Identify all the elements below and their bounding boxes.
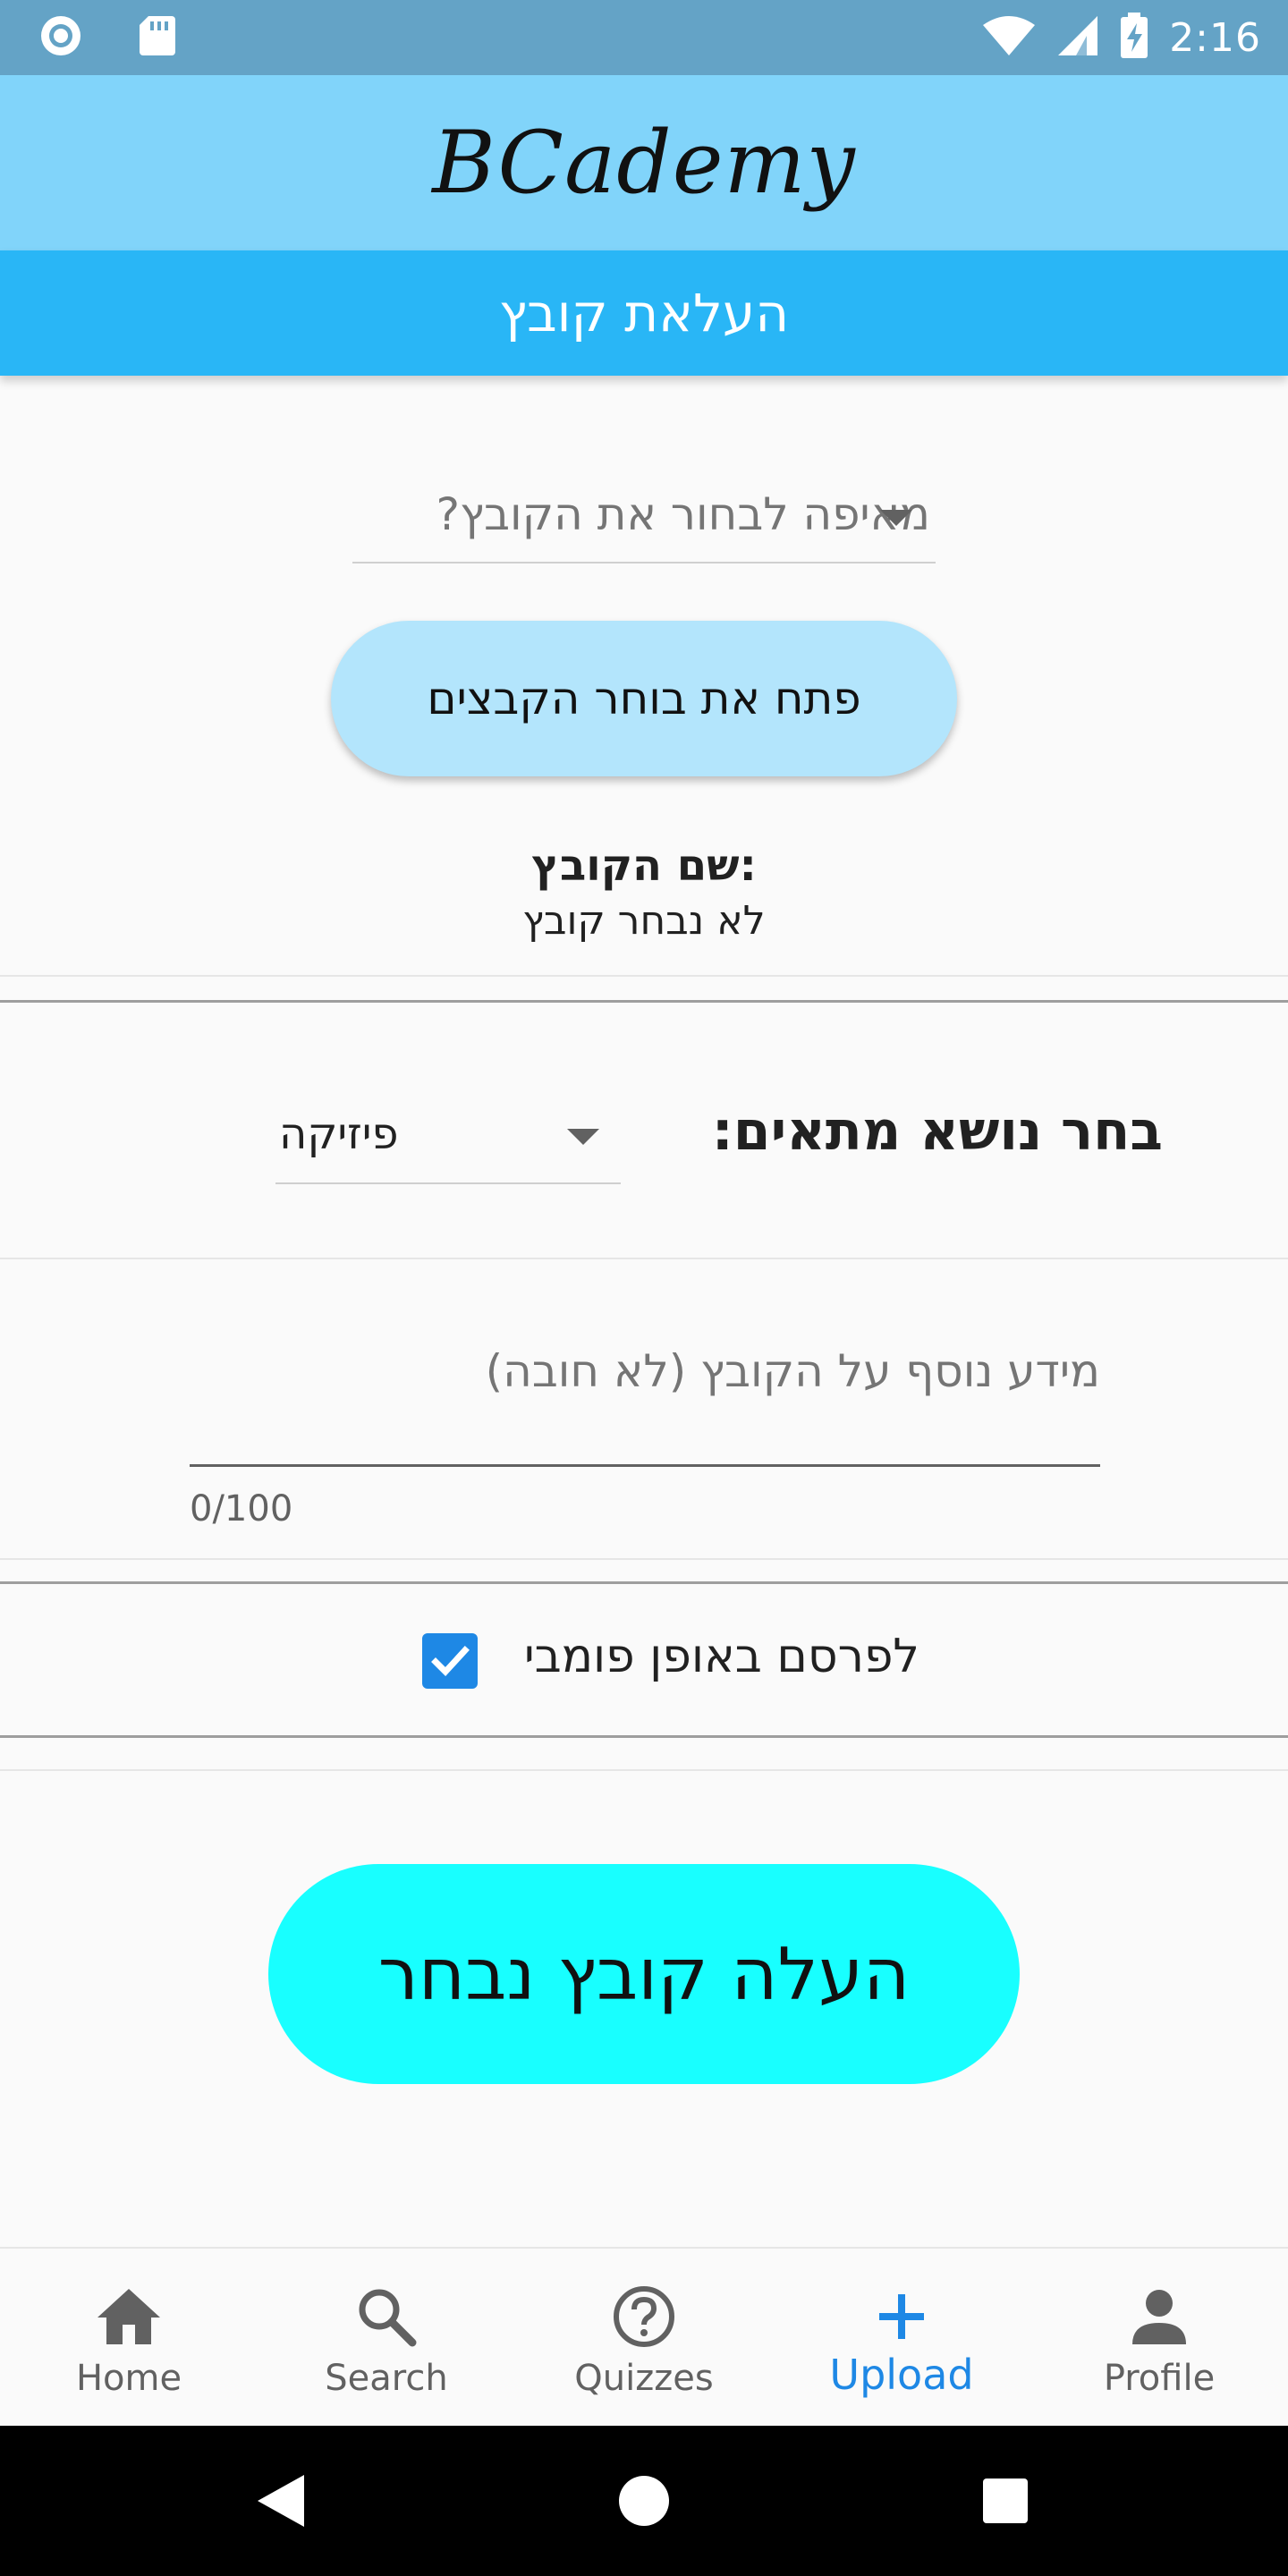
- check-icon: [431, 1646, 470, 1677]
- upload-selected-file-button[interactable]: העלה קובץ נבחר: [268, 1864, 1020, 2084]
- publish-public-checkbox[interactable]: [422, 1633, 478, 1689]
- sd-card-icon: [138, 14, 177, 61]
- home-circle-icon[interactable]: [555, 2426, 733, 2576]
- nav-item-upload[interactable]: Upload: [773, 2249, 1030, 2426]
- help-circle-icon: [608, 2281, 680, 2352]
- nav-item-quizzes[interactable]: Quizzes: [515, 2249, 773, 2426]
- publish-public-row[interactable]: לפרסם באופן פומבי: [0, 1585, 1288, 1737]
- file-name-label: שם הקובץ:: [531, 841, 757, 891]
- file-name-value: לא נבחר קובץ: [522, 898, 766, 944]
- nav-label-home: Home: [75, 2358, 182, 2399]
- page-title: העלאת קובץ: [498, 283, 790, 343]
- divider: [0, 1581, 1288, 1584]
- publish-public-label: לפרסם באופן פומבי: [524, 1630, 919, 1683]
- divider: [0, 1735, 1288, 1738]
- divider: [0, 975, 1288, 977]
- app-bar: BCademy: [0, 75, 1288, 250]
- wifi-icon: [981, 14, 1037, 61]
- description-char-counter: 0/100: [190, 1488, 293, 1530]
- back-icon[interactable]: [191, 2426, 370, 2576]
- nav-label-search: Search: [325, 2358, 448, 2399]
- circle-status-icon: [38, 13, 84, 63]
- status-clock: 2:16: [1169, 14, 1261, 61]
- nav-label-profile: Profile: [1103, 2358, 1216, 2399]
- signal-icon: [1056, 14, 1099, 61]
- bottom-navigation: Home Search Quizzes Upload Profile: [0, 2247, 1288, 2426]
- status-bar: 2:16: [0, 0, 1288, 75]
- nav-item-home[interactable]: Home: [0, 2249, 258, 2426]
- nav-label-upload: Upload: [829, 2351, 974, 2399]
- page-header: העלאת קובץ: [0, 250, 1288, 376]
- divider: [0, 1558, 1288, 1560]
- divider: [0, 1258, 1288, 1259]
- subject-label: בחר נושא מתאים:: [711, 1100, 1163, 1163]
- file-source-placeholder: מאיפה לבחור את הקובץ?: [436, 488, 930, 540]
- person-icon: [1123, 2281, 1195, 2352]
- file-source-dropdown[interactable]: מאיפה לבחור את הקובץ?: [352, 467, 936, 564]
- nav-item-profile[interactable]: Profile: [1030, 2249, 1288, 2426]
- subject-dropdown[interactable]: פיזיקה: [275, 1089, 621, 1184]
- nav-label-quizzes: Quizzes: [574, 2358, 714, 2399]
- app-title: BCademy: [432, 113, 856, 213]
- description-placeholder: מידע נוסף על הקובץ (לא חובה): [485, 1345, 1100, 1397]
- dropdown-arrow-icon: [567, 1129, 599, 1145]
- description-input[interactable]: מידע נוסף על הקובץ (לא חובה): [190, 1306, 1100, 1467]
- open-file-picker-label: פתח את בוחר הקבצים: [427, 673, 861, 724]
- dropdown-arrow-icon: [880, 510, 912, 526]
- plus-icon: [866, 2281, 937, 2352]
- divider: [0, 1000, 1288, 1003]
- divider: [0, 1769, 1288, 1771]
- upload-selected-file-label: העלה קובץ נבחר: [377, 1932, 911, 2016]
- nav-item-search[interactable]: Search: [258, 2249, 515, 2426]
- open-file-picker-button[interactable]: פתח את בוחר הקבצים: [331, 621, 957, 776]
- system-navigation-bar: [0, 2426, 1288, 2576]
- recents-icon[interactable]: [916, 2426, 1095, 2576]
- subject-selected-value: פיזיקה: [279, 1109, 399, 1159]
- search-icon: [351, 2281, 422, 2352]
- home-icon: [93, 2281, 165, 2352]
- battery-charging-icon: [1119, 13, 1149, 63]
